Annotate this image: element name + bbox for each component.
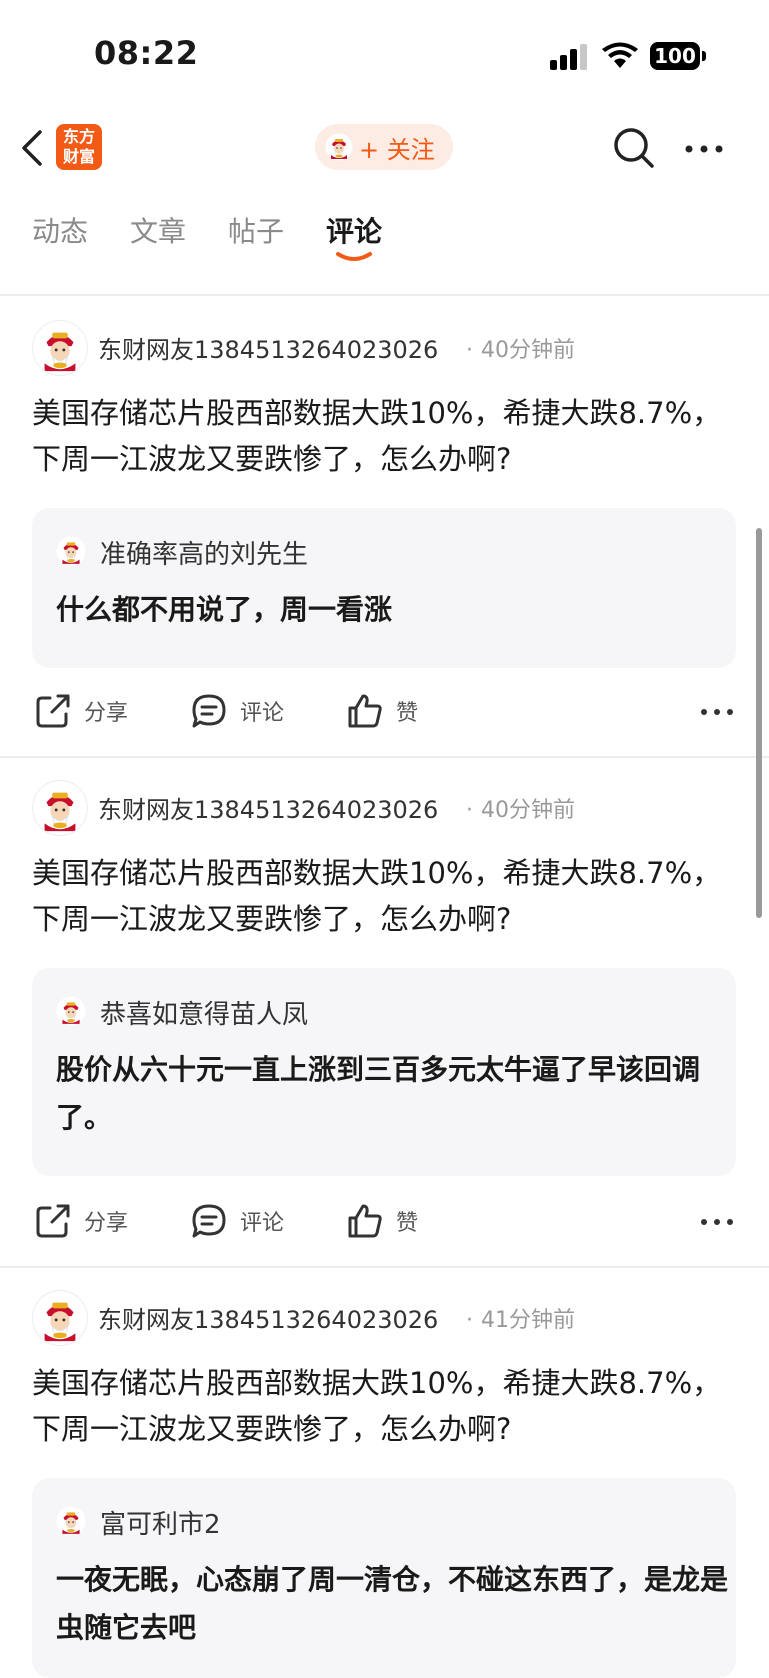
quoted-reply[interactable]: 富可利市2 一夜无眠，心态崩了周一清仓，不碰这东西了，是龙是虫随它去吧: [32, 1478, 736, 1678]
tab-dynamics[interactable]: 动态: [32, 210, 88, 250]
comment-card: 东财网友1384513264023026 · 41分钟前 美国存储芯片股西部数据大…: [0, 1268, 769, 1678]
share-button[interactable]: 分享: [34, 1202, 128, 1240]
comment-text[interactable]: 美国存储芯片股西部数据大跌10%，希捷大跌8.7%，下周一江波龙又要跌惨了，怎么…: [32, 390, 732, 482]
battery-level: 100: [650, 42, 700, 70]
like-button[interactable]: 赞: [346, 692, 418, 730]
post-time: · 41分钟前: [466, 1308, 575, 1333]
battery-icon: 100: [650, 42, 706, 72]
app-logo: 东方 财富: [56, 124, 102, 170]
follow-label: + 关注: [359, 135, 435, 164]
thumbs-up-icon: [348, 1204, 382, 1238]
author-name[interactable]: 东财网友1384513264023026: [98, 790, 438, 825]
reply-text: 一夜无眠，心态崩了周一清仓，不碰这东西了，是龙是虫随它去吧: [56, 1563, 729, 1644]
comment-button[interactable]: 评论: [190, 692, 284, 730]
author-name[interactable]: 东财网友1384513264023026: [98, 330, 438, 365]
share-icon: [36, 1204, 70, 1238]
share-label: 分享: [84, 701, 129, 726]
reply-author: 富可利市2: [100, 1510, 221, 1540]
user-avatar[interactable]: [32, 1290, 88, 1346]
reply-author: 准确率高的刘先生: [100, 540, 309, 570]
comment-card: 东财网友1384513264023026 · 40分钟前 美国存储芯片股西部数据大…: [0, 758, 769, 1268]
action-bar: 分享 评论 赞: [0, 682, 769, 742]
user-avatar[interactable]: [32, 780, 88, 836]
reply-avatar: [56, 996, 86, 1026]
comment-button[interactable]: 评论: [190, 1202, 284, 1240]
search-icon[interactable]: [612, 126, 656, 170]
cellular-signal-icon: [550, 44, 587, 70]
reply-author: 恭喜如意得苗人凤: [100, 1000, 309, 1030]
user-avatar[interactable]: [32, 320, 88, 376]
tab-articles[interactable]: 文章: [130, 210, 186, 250]
reply-avatar: [56, 536, 86, 566]
share-button[interactable]: 分享: [34, 692, 128, 730]
caishen-avatar-icon: [325, 133, 353, 161]
wifi-icon: [602, 42, 638, 68]
comment-icon: [192, 1204, 226, 1238]
logo-line-2: 财富: [62, 147, 95, 166]
quoted-reply[interactable]: 准确率高的刘先生 什么都不用说了，周一看涨: [32, 508, 736, 668]
like-label: 赞: [396, 701, 419, 726]
logo-line-1: 东方: [62, 127, 95, 146]
comment-card: 东财网友1384513264023026 · 40分钟前 美国存储芯片股西部数据大…: [0, 298, 769, 758]
comment-label: 评论: [240, 701, 285, 726]
divider: [0, 294, 769, 296]
comment-icon: [192, 694, 226, 728]
reply-avatar: [56, 1506, 86, 1536]
status-bar: 08:22 100: [0, 0, 769, 110]
scrollbar[interactable]: [756, 528, 762, 918]
thumbs-up-icon: [348, 694, 382, 728]
more-options-icon[interactable]: [684, 144, 724, 154]
action-bar: 分享 评论 赞: [0, 1192, 769, 1252]
tab-bar: 动态 文章 帖子 评论: [0, 196, 769, 276]
follow-button[interactable]: + 关注: [315, 124, 453, 170]
share-icon: [36, 694, 70, 728]
reply-text: 股价从六十元一直上涨到三百多元太牛逼了早该回调了。: [56, 1053, 701, 1134]
post-time: · 40分钟前: [466, 798, 575, 823]
tab-posts[interactable]: 帖子: [228, 210, 284, 250]
tab-comments[interactable]: 评论: [326, 210, 382, 250]
share-label: 分享: [84, 1211, 129, 1236]
post-time: · 40分钟前: [466, 338, 575, 363]
like-button[interactable]: 赞: [346, 1202, 418, 1240]
more-icon[interactable]: [700, 708, 734, 716]
back-arrow-icon[interactable]: [18, 128, 46, 168]
comment-text[interactable]: 美国存储芯片股西部数据大跌10%，希捷大跌8.7%，下周一江波龙又要跌惨了，怎么…: [32, 1360, 732, 1452]
more-icon[interactable]: [700, 1218, 734, 1226]
reply-text: 什么都不用说了，周一看涨: [56, 593, 393, 626]
author-name[interactable]: 东财网友1384513264023026: [98, 1300, 438, 1335]
like-label: 赞: [396, 1211, 419, 1236]
status-time: 08:22: [94, 34, 199, 72]
quoted-reply[interactable]: 恭喜如意得苗人凤 股价从六十元一直上涨到三百多元太牛逼了早该回调了。: [32, 968, 736, 1176]
comment-label: 评论: [240, 1211, 285, 1236]
active-tab-indicator: [336, 252, 372, 261]
nav-bar: 东方 财富 + 关注: [0, 110, 769, 190]
comment-text[interactable]: 美国存储芯片股西部数据大跌10%，希捷大跌8.7%，下周一江波龙又要跌惨了，怎么…: [32, 850, 732, 942]
